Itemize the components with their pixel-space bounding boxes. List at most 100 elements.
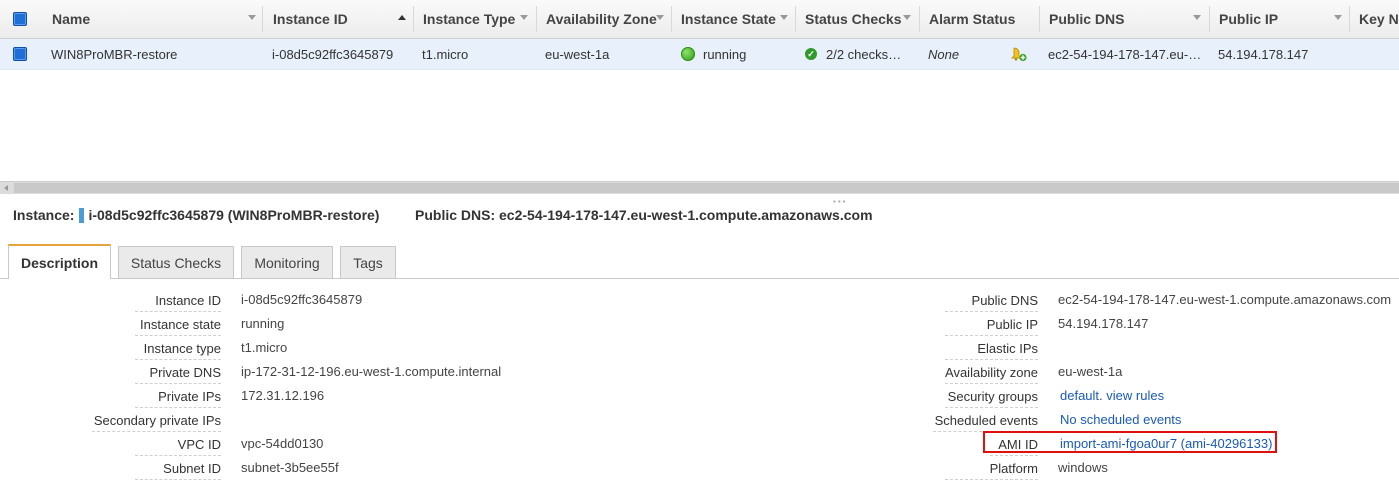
cell-availability-zone: eu-west-1a [545, 46, 610, 62]
column-label: Name [52, 11, 91, 27]
label-underline [135, 383, 221, 384]
sort-arrow-icon[interactable] [520, 15, 528, 20]
tab-status-checks[interactable]: Status Checks [118, 246, 234, 278]
column-header-status-checks[interactable]: Status Checks [795, 0, 919, 38]
column-label: Public DNS [1049, 11, 1125, 27]
value-instance-type: t1.micro [241, 340, 288, 355]
public-dns-heading-label: Public DNS: [415, 207, 496, 223]
value-instance-id: i-08d5c92ffc3645879 [241, 292, 363, 307]
table-row[interactable]: WIN8ProMBR-restore i-08d5c92ffc3645879 t… [0, 39, 1399, 70]
select-all-checkbox[interactable] [13, 12, 27, 26]
instance-heading-value: i-08d5c92ffc3645879 (WIN8ProMBR-restore) [88, 207, 380, 223]
sort-arrow-icon[interactable] [1193, 15, 1201, 20]
value-instance-state: running [241, 316, 285, 331]
tab-description[interactable]: Description [8, 244, 111, 279]
instance-state-text: running [703, 46, 747, 62]
cell-public-dns: ec2-54-194-178-147.eu-… [1048, 46, 1202, 62]
label-underline [92, 431, 221, 432]
column-label: Status Checks [805, 11, 902, 27]
tabs-divider [0, 278, 1399, 279]
column-header-name[interactable]: Name [42, 0, 262, 38]
selected-instance-heading: Instance: i-08d5c92ffc3645879 (WIN8ProMB… [13, 207, 379, 223]
column-header-instance-type[interactable]: Instance Type [413, 0, 536, 38]
column-header-alarm-status[interactable]: Alarm Status [919, 0, 1039, 38]
sort-ascending-icon[interactable] [398, 15, 406, 20]
value-vpc-id: vpc-54dd0130 [241, 436, 324, 451]
label-underline [135, 359, 221, 360]
value-private-ips: 172.31.12.196 [241, 388, 325, 403]
instances-table-header: Name Instance ID Instance Type Availabil… [0, 0, 1399, 39]
scroll-left-arrow-icon[interactable] [4, 185, 8, 191]
sort-arrow-icon[interactable] [780, 15, 788, 20]
label-underline [135, 311, 221, 312]
column-label: Public IP [1219, 11, 1279, 27]
instance-heading-label: Instance: [13, 207, 75, 223]
create-alarm-icon[interactable] [1011, 46, 1027, 62]
view-rules-link[interactable]: view rules [1106, 388, 1164, 403]
value-platform: windows [1058, 460, 1108, 475]
column-header-public-ip[interactable]: Public IP [1209, 0, 1349, 38]
sort-arrow-icon[interactable] [1334, 15, 1342, 20]
label-availability-zone: Availability zone [945, 365, 1038, 380]
label-underline [945, 479, 1038, 480]
link-separator: . [1099, 388, 1103, 403]
label-underline [945, 311, 1038, 312]
label-instance-type: Instance type [143, 341, 221, 356]
label-underline [945, 335, 1038, 336]
label-public-dns: Public DNS [971, 293, 1038, 308]
label-subnet-id: Subnet ID [163, 461, 221, 476]
column-header-instance-state[interactable]: Instance State [671, 0, 795, 38]
cell-alarm-status: None [928, 46, 960, 62]
cell-status-checks[interactable]: ✓ 2/2 checks… [805, 39, 915, 69]
label-underline [945, 407, 1038, 408]
value-subnet-id: subnet-3b5ee55f [241, 460, 339, 475]
column-header-availability-zone[interactable]: Availability Zone [536, 0, 671, 38]
column-header-key-name[interactable]: Key Na [1349, 0, 1399, 38]
column-label: Key Na [1359, 11, 1399, 27]
scrollbar-thumb[interactable] [14, 183, 1399, 193]
label-scheduled-events: Scheduled events [934, 413, 1038, 428]
label-platform: Platform [989, 461, 1038, 476]
value-availability-zone: eu-west-1a [1058, 364, 1123, 379]
tab-monitoring[interactable]: Monitoring [241, 246, 333, 278]
ami-id-highlight-box [983, 431, 1277, 453]
label-underline [135, 335, 221, 336]
tab-tags[interactable]: Tags [340, 246, 396, 278]
column-label: Availability Zone [546, 11, 657, 27]
sort-arrow-icon[interactable] [903, 15, 911, 20]
check-passed-icon: ✓ [805, 48, 817, 60]
label-underline [135, 455, 221, 456]
running-status-icon [681, 47, 695, 61]
scheduled-events-link[interactable]: No scheduled events [1060, 412, 1181, 427]
label-private-dns: Private DNS [149, 365, 221, 380]
label-underline [990, 455, 1038, 456]
label-underline [135, 479, 221, 480]
column-header-instance-id[interactable]: Instance ID [263, 0, 413, 38]
security-group-default-link[interactable]: default [1060, 388, 1099, 403]
sort-arrow-icon[interactable] [656, 15, 664, 20]
column-header-public-dns[interactable]: Public DNS [1039, 0, 1209, 38]
sort-arrow-icon[interactable] [248, 15, 256, 20]
cell-public-ip: 54.194.178.147 [1218, 46, 1309, 62]
public-dns-heading: Public DNS: ec2-54-194-178-147.eu-west-1… [415, 207, 873, 223]
column-label: Instance Type [423, 11, 516, 27]
cell-name: WIN8ProMBR-restore [51, 46, 178, 62]
cell-instance-id: i-08d5c92ffc3645879 [272, 46, 394, 62]
cell-instance-state: running [681, 39, 791, 69]
column-label: Alarm Status [929, 11, 1016, 27]
label-underline [945, 383, 1038, 384]
pane-resize-handle[interactable]: ▪▪▪ [833, 197, 848, 206]
column-label: Instance State [681, 11, 776, 27]
instance-color-marker [79, 207, 85, 223]
label-secondary-private-ips: Secondary private IPs [93, 413, 221, 428]
label-public-ip: Public IP [986, 317, 1038, 332]
column-label: Instance ID [273, 11, 348, 27]
label-security-groups: Security groups [947, 389, 1038, 404]
value-security-groups: default. view rules [1060, 388, 1164, 403]
value-public-ip: 54.194.178.147 [1058, 316, 1149, 331]
cell-instance-type: t1.micro [422, 46, 469, 62]
value-private-dns: ip-172-31-12-196.eu-west-1.compute.inter… [241, 364, 502, 379]
row-checkbox[interactable] [13, 47, 27, 61]
label-underline [945, 359, 1038, 360]
horizontal-scrollbar[interactable] [0, 181, 1399, 194]
